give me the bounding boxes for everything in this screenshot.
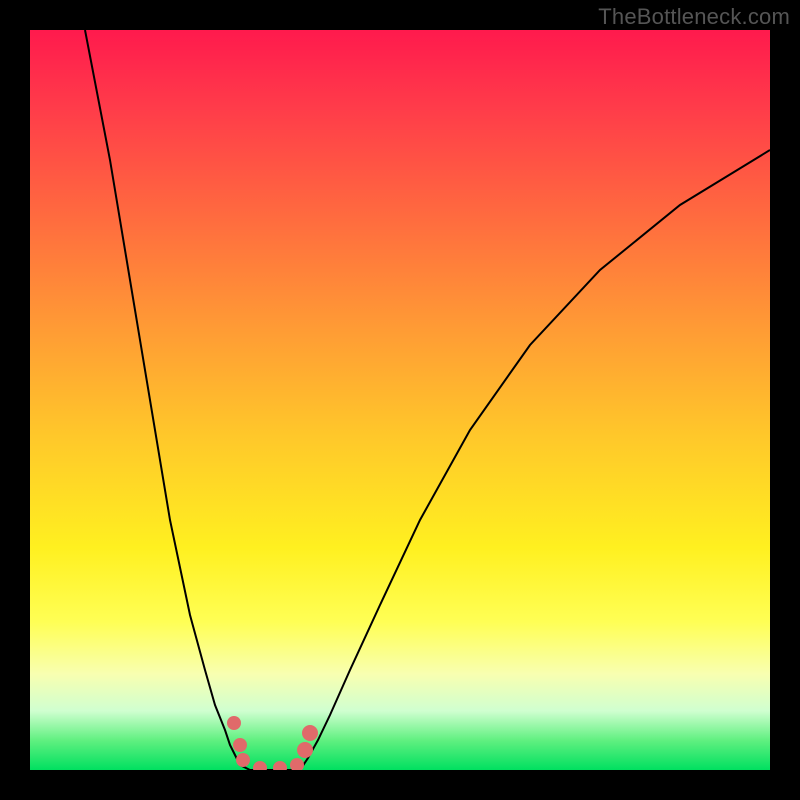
curve-svg	[30, 30, 770, 770]
valley-dot	[253, 761, 267, 770]
chart-frame: TheBottleneck.com	[0, 0, 800, 800]
valley-dot	[273, 761, 287, 770]
valley-dot	[302, 725, 318, 741]
valley-dot	[227, 716, 241, 730]
watermark-text: TheBottleneck.com	[598, 4, 790, 30]
valley-dot	[236, 753, 250, 767]
plot-area	[30, 30, 770, 770]
curve-right-branch	[300, 150, 770, 770]
curve-left-branch	[85, 30, 250, 770]
valley-dot	[233, 738, 247, 752]
valley-dot	[290, 758, 304, 770]
valley-dot	[297, 742, 313, 758]
